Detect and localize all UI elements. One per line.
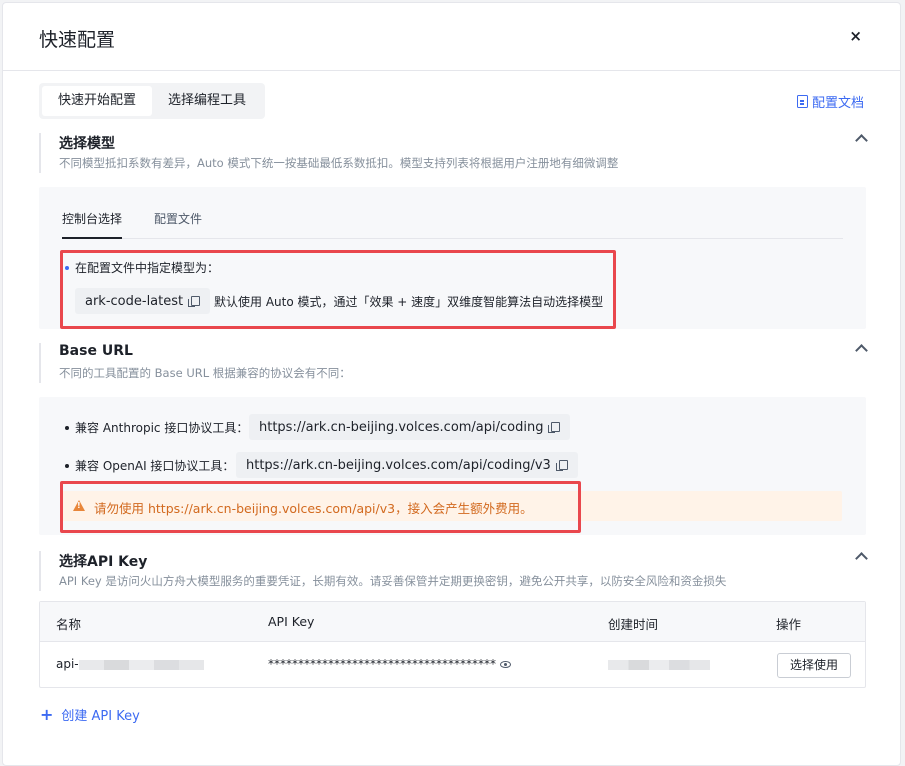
dialog-title: 快速配置 bbox=[39, 29, 116, 51]
table-header: 名称 API Key 创建时间 操作 bbox=[40, 602, 865, 642]
select-use-button[interactable]: 选择使用 bbox=[777, 653, 852, 678]
bullet-dot bbox=[65, 464, 69, 468]
column-created-time: 创建时间 bbox=[608, 617, 659, 632]
api-key-table: 名称 API Key 创建时间 操作 api- ****************… bbox=[39, 601, 866, 688]
tab-console-select[interactable]: 控制台选择 bbox=[62, 209, 123, 239]
openai-url: https://ark.cn-beijing.volces.com/api/co… bbox=[246, 457, 551, 473]
create-api-key-link[interactable]: + 创建 API Key bbox=[40, 705, 140, 724]
copy-icon[interactable] bbox=[555, 460, 568, 471]
quick-config-dialog: 快速配置 × 快速开始配置 选择编程工具 配置文档 选择模型 不同模型抵扣系数有… bbox=[2, 2, 901, 766]
chevron-up-icon[interactable] bbox=[855, 134, 868, 147]
redacted-name bbox=[78, 659, 204, 670]
api-key-name: api- bbox=[56, 657, 204, 671]
api-key-name-prefix: api- bbox=[56, 657, 79, 671]
document-icon bbox=[796, 95, 808, 108]
chevron-up-icon[interactable] bbox=[855, 552, 868, 565]
highlight-box-model bbox=[60, 250, 616, 329]
copy-icon[interactable] bbox=[548, 422, 561, 433]
base-url-section-header: Base URL 不同的工具配置的 Base URL 根据兼容的协议会有不同： bbox=[39, 343, 868, 383]
close-icon[interactable]: × bbox=[849, 27, 862, 45]
create-api-key-label: 创建 API Key bbox=[61, 709, 140, 724]
tab-select-tool[interactable]: 选择编程工具 bbox=[152, 86, 262, 116]
created-time bbox=[608, 657, 710, 671]
eye-icon[interactable] bbox=[500, 661, 511, 668]
chevron-up-icon[interactable] bbox=[855, 344, 868, 357]
config-mode-tabs: 快速开始配置 选择编程工具 bbox=[39, 83, 266, 119]
config-docs-link[interactable]: 配置文档 bbox=[796, 92, 864, 111]
base-url-section-title: Base URL bbox=[59, 343, 133, 359]
openai-label: 兼容 OpenAI 接口协议工具： bbox=[75, 459, 235, 473]
highlight-box-warning bbox=[60, 481, 581, 533]
column-actions: 操作 bbox=[776, 617, 802, 632]
anthropic-url-box: https://ark.cn-beijing.volces.com/api/co… bbox=[249, 414, 571, 440]
dialog-header: 快速配置 × bbox=[3, 3, 900, 71]
anthropic-url: https://ark.cn-beijing.volces.com/api/co… bbox=[259, 419, 544, 435]
column-name: 名称 bbox=[56, 617, 82, 632]
redacted-created-time bbox=[608, 659, 710, 670]
model-sub-tabs: 控制台选择 配置文件 bbox=[62, 209, 843, 239]
base-url-section-description: 不同的工具配置的 Base URL 根据兼容的协议会有不同： bbox=[59, 366, 351, 380]
tab-quick-start[interactable]: 快速开始配置 bbox=[42, 86, 153, 116]
api-key-section-description: API Key 是访问火山方舟大模型服务的重要凭证，长期有效。请妥善保管并定期更… bbox=[59, 574, 727, 588]
bullet-dot bbox=[65, 426, 69, 430]
api-key-section-header: 选择API Key API Key 是访问火山方舟大模型服务的重要凭证，长期有效… bbox=[39, 551, 868, 591]
model-section-description: 不同模型抵扣系数有差异，Auto 模式下统一按基础最低系数抵扣。模型支持列表将根… bbox=[59, 156, 619, 170]
plus-icon: + bbox=[40, 704, 54, 724]
api-key-value: ************************************** bbox=[268, 657, 511, 671]
masked-key: ************************************** bbox=[268, 657, 496, 671]
model-section-header: 选择模型 不同模型抵扣系数有差异，Auto 模式下统一按基础最低系数抵扣。模型支… bbox=[39, 133, 868, 173]
openai-url-box: https://ark.cn-beijing.volces.com/api/co… bbox=[236, 452, 578, 478]
anthropic-label: 兼容 Anthropic 接口协议工具： bbox=[75, 421, 249, 435]
api-key-section-title: 选择API Key bbox=[59, 554, 148, 570]
tab-config-file[interactable]: 配置文件 bbox=[154, 209, 202, 239]
config-docs-label: 配置文档 bbox=[811, 96, 864, 111]
model-section-title: 选择模型 bbox=[59, 136, 115, 152]
column-api-key: API Key bbox=[268, 614, 315, 629]
